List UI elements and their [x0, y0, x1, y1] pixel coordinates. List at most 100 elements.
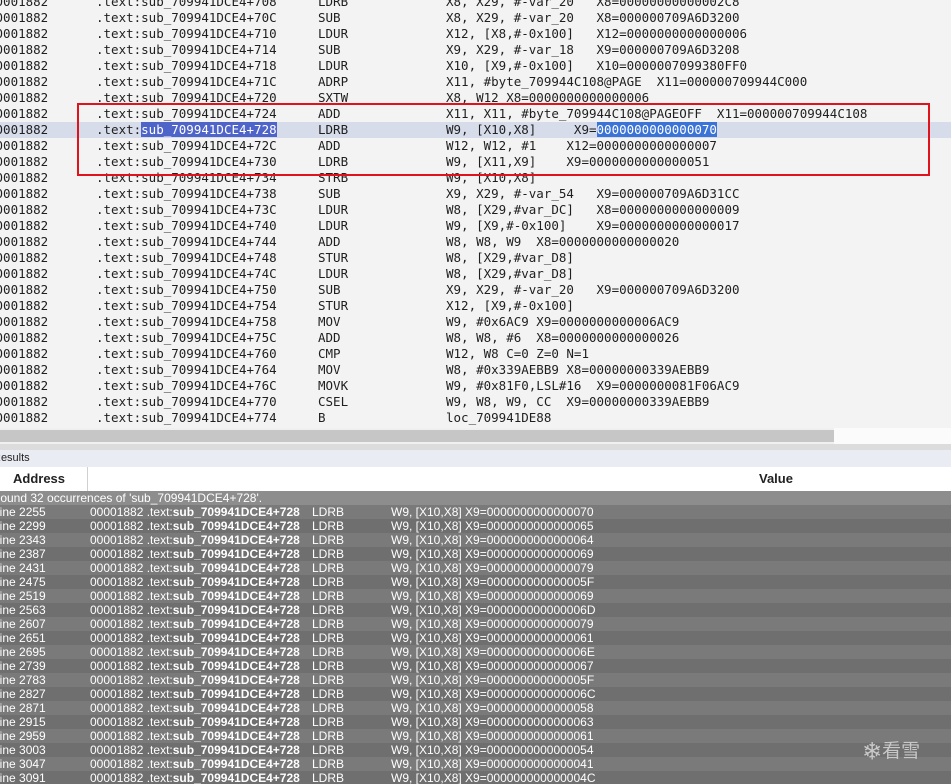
result-line-number: Line 2827 [0, 687, 46, 701]
trace-row[interactable]: 00001882 .text:sub_709941DCE4+71C ADRP X11,… [0, 74, 951, 90]
trace-row[interactable]: 00001882 .text:sub_709941DCE4+708 LDRB X8, … [0, 0, 951, 10]
trace-row[interactable]: 00001882 .text:sub_709941DCE4+710 LDUR X12,… [0, 26, 951, 42]
result-mnemonic: LDRB [312, 589, 345, 603]
result-row[interactable]: Line 2519 00001882 .text:sub_709941DCE4+7… [0, 589, 951, 603]
trace-row[interactable]: 00001882 .text:sub_709941DCE4+750 SUB X9, X… [0, 282, 951, 298]
instruction-address[interactable]: .text:sub_709941DCE4+760 [96, 346, 277, 362]
watermark-logo: ❄看雪 [862, 736, 942, 766]
trace-row[interactable]: 00001882 .text:sub_709941DCE4+718 LDUR X10,… [0, 58, 951, 74]
result-operands: W9, [X10,X8] X9=0000000000000067 [391, 659, 594, 673]
trace-row[interactable]: 00001882 .text:sub_709941DCE4+760 CMP W12, … [0, 346, 951, 362]
instruction-address[interactable]: .text:sub_709941DCE4+754 [96, 298, 277, 314]
instruction-address[interactable]: .text:sub_709941DCE4+740 [96, 218, 277, 234]
trace-row[interactable]: 00001882 .text:sub_709941DCE4+73C LDUR W8, … [0, 202, 951, 218]
trace-row[interactable]: 00001882 .text:sub_709941DCE4+744 ADD W8, W… [0, 234, 951, 250]
result-operands: W9, [X10,X8] X9=000000000000006D [391, 603, 596, 617]
trace-row[interactable]: 00001882 .text:sub_709941DCE4+770 CSEL W9, … [0, 394, 951, 410]
result-row[interactable]: Line 2431 00001882 .text:sub_709941DCE4+7… [0, 561, 951, 575]
trace-row[interactable]: 00001882 .text:sub_709941DCE4+740 LDUR W9, … [0, 218, 951, 234]
instruction-address[interactable]: .text:sub_709941DCE4+708 [96, 0, 277, 10]
column-header-address[interactable]: Address [13, 467, 65, 491]
result-row[interactable]: Line 2695 00001882 .text:sub_709941DCE4+7… [0, 645, 951, 659]
thread-id: 00001882 [0, 138, 49, 153]
instruction-address[interactable]: .text:sub_709941DCE4+744 [96, 234, 277, 250]
result-row[interactable]: Line 2343 00001882 .text:sub_709941DCE4+7… [0, 533, 951, 547]
instruction-address[interactable]: .text:sub_709941DCE4+758 [96, 314, 277, 330]
instruction-address[interactable]: .text:sub_709941DCE4+70C [96, 10, 277, 26]
trace-row[interactable]: 00001882 .text:sub_709941DCE4+76C MOVK W9, … [0, 378, 951, 394]
instruction-address[interactable]: .text:sub_709941DCE4+714 [96, 42, 277, 58]
instruction-address[interactable]: .text:sub_709941DCE4+728 [96, 122, 277, 138]
column-header-value[interactable]: Value [759, 467, 793, 491]
result-row[interactable]: Line 2783 00001882 .text:sub_709941DCE4+7… [0, 673, 951, 687]
register-value-highlight[interactable]: 0000000000000070 [596, 122, 717, 137]
result-mnemonic: LDRB [312, 757, 345, 771]
instruction-address[interactable]: .text:sub_709941DCE4+76C [96, 378, 277, 394]
result-address-prefix: 00001882 .text: [90, 575, 173, 589]
instruction-address[interactable]: .text:sub_709941DCE4+71C [96, 74, 277, 90]
instruction-address[interactable]: .text:sub_709941DCE4+75C [96, 330, 277, 346]
scrollbar-thumb[interactable] [0, 430, 834, 442]
instruction-address[interactable]: .text:sub_709941DCE4+73C [96, 202, 277, 218]
result-row[interactable]: Line 2563 00001882 .text:sub_709941DCE4+7… [0, 603, 951, 617]
result-row[interactable]: Line 2739 00001882 .text:sub_709941DCE4+7… [0, 659, 951, 673]
mnemonic: LDUR [318, 218, 349, 233]
trace-row[interactable]: 00001882 .text:sub_709941DCE4+70C SUB X8, X… [0, 10, 951, 26]
result-row[interactable]: Line 2915 00001882 .text:sub_709941DCE4+7… [0, 715, 951, 729]
result-row[interactable]: Line 2475 00001882 .text:sub_709941DCE4+7… [0, 575, 951, 589]
result-operands: W9, [X10,X8] X9=0000000000000063 [391, 715, 594, 729]
trace-row[interactable]: 00001882 .text:sub_709941DCE4+774 Bloc_709… [0, 410, 951, 426]
result-address: 00001882 .text:sub_709941DCE4+728 [90, 505, 300, 519]
trace-row[interactable]: 00001882 .text:sub_709941DCE4+734 STRB W9, … [0, 170, 951, 186]
address-symbol-highlight[interactable]: sub_709941DCE4+728 [141, 122, 277, 137]
result-line-number: Line 2959 [0, 729, 46, 743]
instruction-address[interactable]: .text:sub_709941DCE4+734 [96, 170, 277, 186]
result-row[interactable]: Line 3003 00001882 .text:sub_709941DCE4+7… [0, 743, 951, 757]
trace-row[interactable]: 00001882 .text:sub_709941DCE4+72C ADD W12, … [0, 138, 951, 154]
trace-row[interactable]: 00001882 .text:sub_709941DCE4+75C ADD W8, W… [0, 330, 951, 346]
mnemonic: ADD [318, 234, 341, 249]
result-row[interactable]: Line 3047 00001882 .text:sub_709941DCE4+7… [0, 757, 951, 771]
trace-row[interactable]: 00001882 .text:sub_709941DCE4+738 SUB X9, X… [0, 186, 951, 202]
trace-row[interactable]: 00001882 .text:sub_709941DCE4+748 STUR W8, … [0, 250, 951, 266]
instruction-address[interactable]: .text:sub_709941DCE4+720 [96, 90, 277, 106]
result-row[interactable]: Line 2255 00001882 .text:sub_709941DCE4+7… [0, 505, 951, 519]
result-row[interactable]: Line 2959 00001882 .text:sub_709941DCE4+7… [0, 729, 951, 743]
instruction-address[interactable]: .text:sub_709941DCE4+764 [96, 362, 277, 378]
result-row[interactable]: Line 2651 00001882 .text:sub_709941DCE4+7… [0, 631, 951, 645]
result-address: 00001882 .text:sub_709941DCE4+728 [90, 757, 300, 771]
result-row[interactable]: Line 2871 00001882 .text:sub_709941DCE4+7… [0, 701, 951, 715]
result-row[interactable]: Line 2827 00001882 .text:sub_709941DCE4+7… [0, 687, 951, 701]
trace-row[interactable]: 00001882 .text:sub_709941DCE4+758 MOV W9, #… [0, 314, 951, 330]
instruction-address[interactable]: .text:sub_709941DCE4+710 [96, 26, 277, 42]
trace-row[interactable]: 00001882 .text:sub_709941DCE4+714 SUB X9, X… [0, 42, 951, 58]
instruction-address[interactable]: .text:sub_709941DCE4+730 [96, 154, 277, 170]
operands: W9, W8, W9, CC X9=00000000339AEBB9 [446, 394, 710, 409]
result-mnemonic: LDRB [312, 715, 345, 729]
instruction-address[interactable]: .text:sub_709941DCE4+770 [96, 394, 277, 410]
instruction-address[interactable]: .text:sub_709941DCE4+750 [96, 282, 277, 298]
result-row[interactable]: Line 2299 00001882 .text:sub_709941DCE4+7… [0, 519, 951, 533]
result-row[interactable]: Line 3091 00001882 .text:sub_709941DCE4+7… [0, 771, 951, 784]
trace-row[interactable]: 00001882 .text:sub_709941DCE4+724 ADD X11, … [0, 106, 951, 122]
instruction-address[interactable]: .text:sub_709941DCE4+724 [96, 106, 277, 122]
trace-row[interactable]: 00001882 .text:sub_709941DCE4+754 STUR X12,… [0, 298, 951, 314]
instruction-address[interactable]: .text:sub_709941DCE4+774 [96, 410, 277, 426]
instruction-address[interactable]: .text:sub_709941DCE4+748 [96, 250, 277, 266]
result-row[interactable]: Line 2607 00001882 .text:sub_709941DCE4+7… [0, 617, 951, 631]
trace-row[interactable]: 00001882 .text:sub_709941DCE4+764 MOV W8, #… [0, 362, 951, 378]
operands: W9, [X10,X8] [446, 170, 537, 185]
trace-listing[interactable]: 00001882 .text:sub_709941DCE4+708 LDRB X8, … [0, 0, 951, 428]
trace-row-selected[interactable]: 00001882 .text:sub_709941DCE4+728 LDRB W9, … [0, 122, 951, 138]
column-divider[interactable] [87, 467, 88, 491]
result-address: 00001882 .text:sub_709941DCE4+728 [90, 673, 300, 687]
instruction-address[interactable]: .text:sub_709941DCE4+718 [96, 58, 277, 74]
trace-row[interactable]: 00001882 .text:sub_709941DCE4+730 LDRB W9, … [0, 154, 951, 170]
instruction-address[interactable]: .text:sub_709941DCE4+74C [96, 266, 277, 282]
trace-row[interactable]: 00001882 .text:sub_709941DCE4+720 SXTW X8, … [0, 90, 951, 106]
instruction-address[interactable]: .text:sub_709941DCE4+738 [96, 186, 277, 202]
result-row[interactable]: Line 2387 00001882 .text:sub_709941DCE4+7… [0, 547, 951, 561]
instruction-address[interactable]: .text:sub_709941DCE4+72C [96, 138, 277, 154]
horizontal-scrollbar[interactable] [0, 428, 951, 444]
trace-row[interactable]: 00001882 .text:sub_709941DCE4+74C LDUR W8, … [0, 266, 951, 282]
